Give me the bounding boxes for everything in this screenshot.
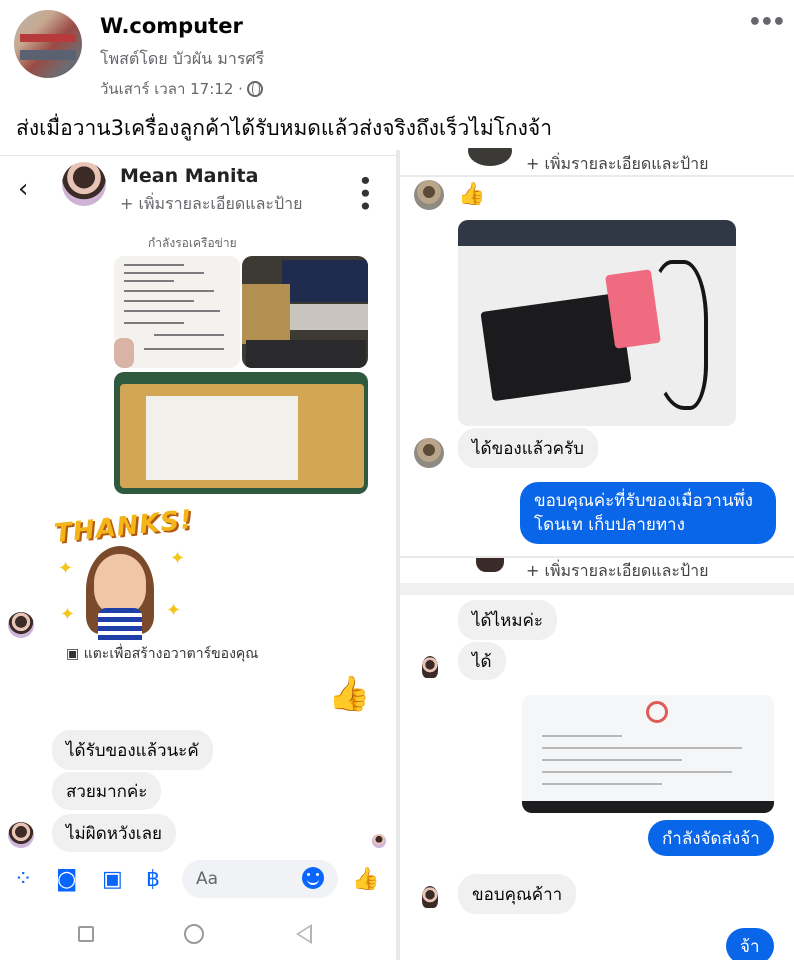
contact-avatar[interactable] <box>62 162 106 206</box>
shipping-status-photo[interactable] <box>522 695 774 813</box>
message-bubble: ได้รับของแล้วนะคั <box>52 730 213 770</box>
page-avatar[interactable] <box>14 10 82 78</box>
more-options-icon[interactable]: ••• <box>748 10 786 35</box>
message-bubble: ไม่ผิดหวังเลย <box>52 814 176 852</box>
sent-message-bubble: จ้า <box>726 928 774 960</box>
add-details-link[interactable]: + เพิ่มรายละเอียดและป้าย <box>526 152 708 177</box>
back-arrow-icon[interactable]: ‹ <box>18 174 28 204</box>
apps-icon[interactable]: ⁘ <box>14 867 32 892</box>
right-chat-screenshot-2: + เพิ่มรายละเอียดและป้าย ได้ไหมค่ะ ได้ ก… <box>400 558 794 960</box>
contact-avatar-small <box>8 612 34 638</box>
post-text: ส่งเมื่อวาน3เครื่องลูกค้าได้รับหมดแล้วส่… <box>16 116 553 140</box>
camera-icon[interactable]: ◙ <box>56 867 77 892</box>
sent-message-line: โดนเท เก็บปลายทาง <box>534 515 685 535</box>
back-button[interactable] <box>296 924 312 944</box>
message-input-placeholder: Aa <box>196 869 219 889</box>
contact-avatar[interactable] <box>476 558 504 572</box>
emoji-icon[interactable] <box>302 867 324 889</box>
payment-icon[interactable]: ฿ <box>146 867 160 892</box>
sticker-text: THANKS! <box>52 504 195 550</box>
globe-icon <box>246 81 263 97</box>
add-details-link[interactable]: + เพิ่มรายละเอียดและป้าย <box>526 559 708 584</box>
seen-indicator <box>372 834 386 848</box>
laptop-photo[interactable] <box>242 256 368 368</box>
recents-button[interactable] <box>78 926 94 942</box>
post-time-text: วันเสาร์ เวลา 17:12 · <box>100 80 243 98</box>
sent-message-bubble: กำลังจัดส่งจ้า <box>648 820 774 856</box>
posted-by: โพสต์โดย บัวผัน มารศรี <box>100 49 265 68</box>
delivered-items-photo[interactable] <box>458 220 736 426</box>
post-timestamp[interactable]: วันเสาร์ เวลา 17:12 · <box>100 77 263 101</box>
thumbs-up-icon: 👍 <box>328 674 371 714</box>
contact-name[interactable]: Mean Manita <box>120 165 258 187</box>
android-nav-bar <box>0 908 396 960</box>
contact-avatar[interactable] <box>468 148 512 166</box>
thumbs-up-send-icon[interactable]: 👍 <box>352 867 379 892</box>
gallery-icon[interactable]: ▣ <box>102 867 123 892</box>
post-header: W.computer โพสต์โดย บัวผัน มารศรี วันเสา… <box>0 0 794 150</box>
right-chat-screenshot-1: + เพิ่มรายละเอียดและป้าย 👍 ได้ของแล้วครั… <box>400 148 794 556</box>
contact-avatar-small <box>414 438 444 468</box>
create-avatar-link[interactable]: ▣ แตะเพื่อสร้างอวาตาร์ของคุณ <box>66 643 258 665</box>
contact-avatar-small <box>422 886 438 908</box>
message-bubble: ได้ <box>458 642 506 680</box>
network-status: กำลังรอเครือข่าย <box>148 236 237 250</box>
left-chat-screenshot: ‹ Mean Manita + เพิ่มรายละเอียดและป้าย •… <box>0 155 396 960</box>
page-name[interactable]: W.computer <box>100 14 243 38</box>
sent-message-bubble: ขอบคุณค่ะที่รับของเมื่อวานพึ่ง โดนเท เก็… <box>520 482 776 544</box>
kebab-menu-icon[interactable]: ••• <box>353 174 377 212</box>
receipt-photo[interactable] <box>114 256 240 368</box>
thumbs-up-icon: 👍 <box>458 182 486 207</box>
thanks-sticker[interactable]: THANKS! ✦ ✦ ✦ ✦ <box>52 505 194 648</box>
add-details-link[interactable]: + เพิ่มรายละเอียดและป้าย <box>120 192 302 217</box>
parcel-photo[interactable] <box>114 372 368 494</box>
message-bubble: ได้ไหมค่ะ <box>458 600 558 640</box>
message-bubble: สวยมากค่ะ <box>52 772 162 810</box>
message-bubble: ได้ของแล้วครับ <box>458 428 598 468</box>
message-bubble: ขอบคุณค้าา <box>458 874 577 914</box>
sent-message-line: ขอบคุณค่ะที่รับของเมื่อวานพึ่ง <box>534 491 753 511</box>
home-button[interactable] <box>184 924 204 944</box>
contact-avatar-small <box>8 822 34 848</box>
contact-avatar-small <box>414 180 444 210</box>
contact-avatar-small <box>422 656 438 678</box>
